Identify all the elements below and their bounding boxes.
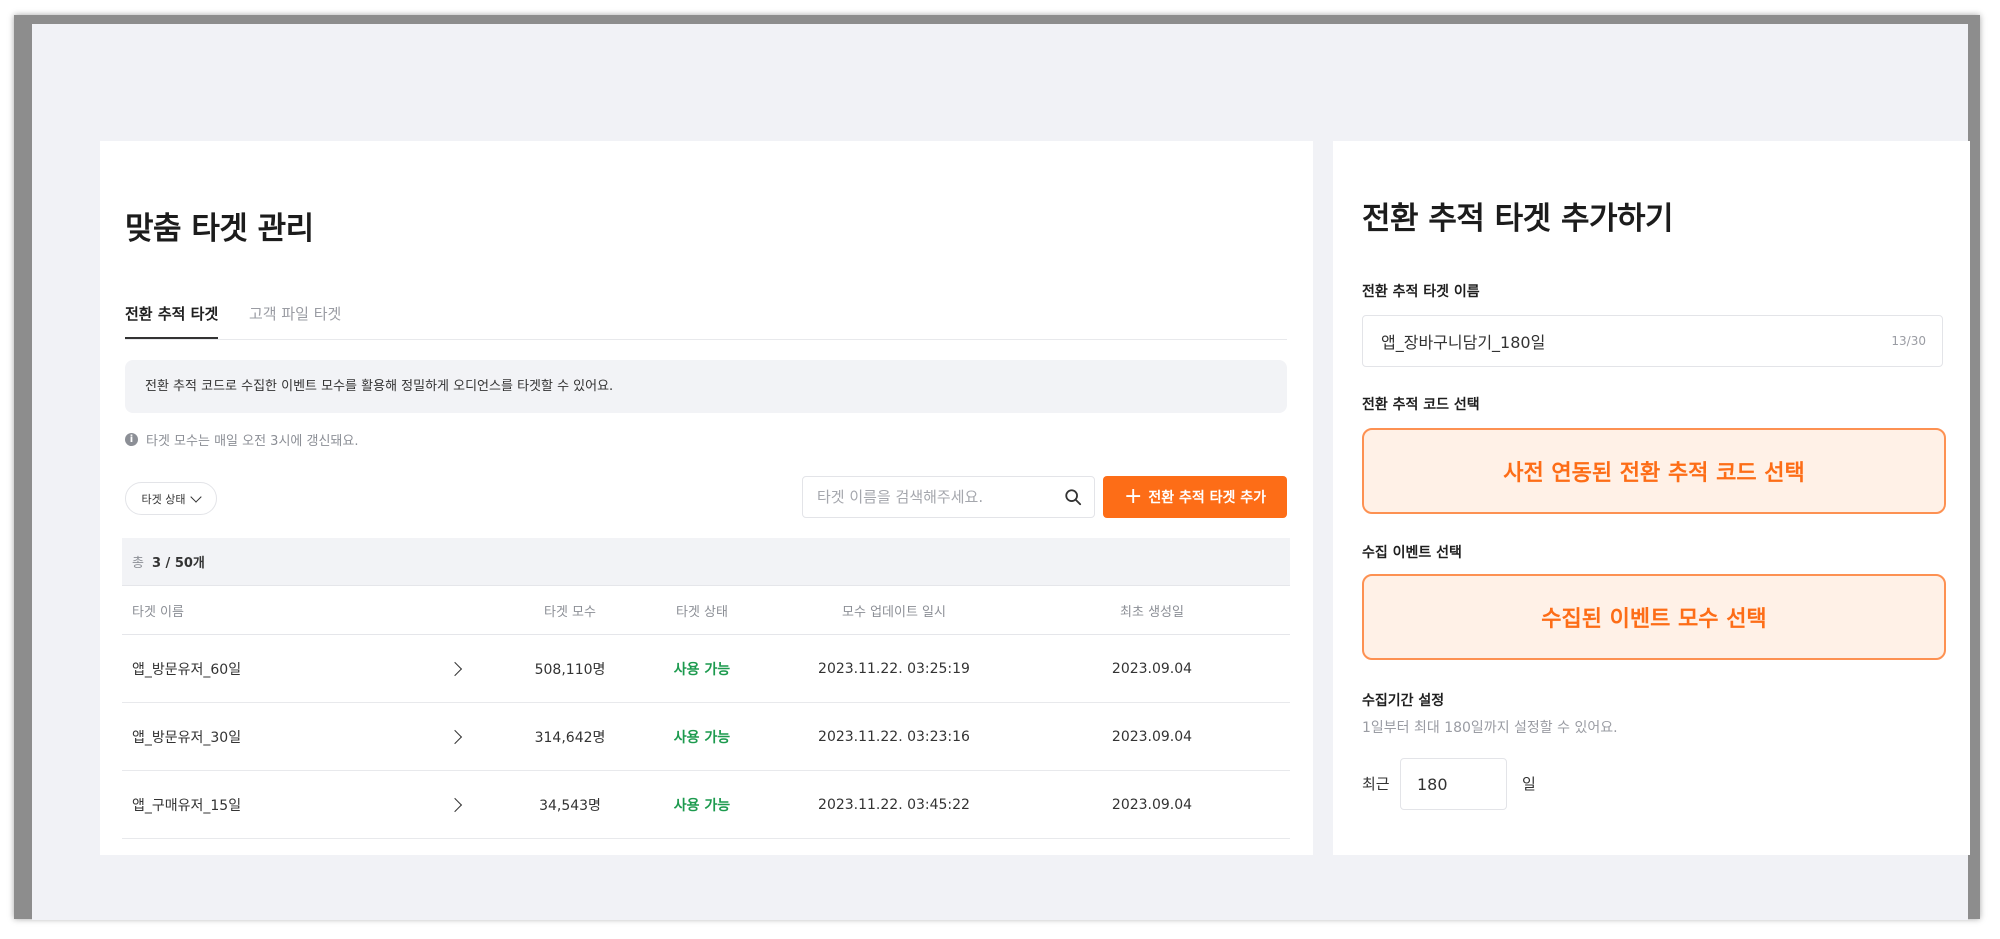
days-unit: 일 <box>1522 775 1536 793</box>
collection-period-help: 1일부터 최대 180일까지 설정할 수 있어요. <box>1362 720 1618 736</box>
header-target-size: 타겟 모수 <box>544 604 596 620</box>
plus-icon: + <box>1123 484 1143 509</box>
days-input[interactable] <box>1415 759 1499 809</box>
target-management-panel: 맞춤 타겟 관리 전환 추적 타겟 고객 파일 타겟 전환 추적 코드로 수집한… <box>100 141 1313 855</box>
search-input[interactable] <box>815 477 1059 517</box>
select-event-button[interactable]: 수집된 이벤트 모수 선택 <box>1362 574 1946 660</box>
tracking-code-label: 전환 추적 코드 선택 <box>1362 397 1480 413</box>
row-status: 사용 가능 <box>673 729 731 746</box>
add-conversion-target-button[interactable]: + 전환 추적 타겟 추가 <box>1103 476 1287 518</box>
add-button-label: 전환 추적 타겟 추가 <box>1148 490 1267 506</box>
refresh-note: i 타겟 모수는 매일 오전 3시에 갱신돼요. <box>125 430 358 449</box>
search-box <box>802 476 1095 518</box>
table-row[interactable]: 앱_방문유저_30일 314,642명 사용 가능 2023.11.22. 03… <box>122 703 1290 771</box>
row-status: 사용 가능 <box>673 661 731 678</box>
chevron-down-icon <box>190 490 203 503</box>
select-tracking-code-button[interactable]: 사전 연동된 전환 추적 코드 선택 <box>1362 428 1946 514</box>
row-target-name: 앱_방문유저_60일 <box>132 661 242 678</box>
refresh-note-text: 타겟 모수는 매일 오전 3시에 갱신돼요. <box>146 434 359 449</box>
chevron-right-icon[interactable] <box>447 661 463 676</box>
chevron-right-icon[interactable] <box>447 797 463 812</box>
info-banner: 전환 추적 코드로 수집한 이벤트 모수를 활용해 정밀하게 오디언스를 타겟할… <box>125 360 1287 413</box>
status-filter-dropdown[interactable]: 타겟 상태 <box>125 482 217 515</box>
row-created-at: 2023.09.04 <box>1111 796 1193 813</box>
chevron-right-icon[interactable] <box>447 729 463 744</box>
row-target-size: 314,642명 <box>534 729 606 746</box>
header-target-name: 타겟 이름 <box>132 604 184 620</box>
target-count: 3 / 50개 <box>151 556 205 571</box>
header-created-at: 최초 생성일 <box>1120 604 1184 620</box>
row-status: 사용 가능 <box>673 797 731 814</box>
tab-bar: 전환 추적 타겟 고객 파일 타겟 <box>125 303 1287 340</box>
status-filter-label: 타겟 상태 <box>141 492 186 506</box>
target-table: 총 3 / 50개 타겟 이름 타겟 모수 타겟 상태 모수 업데이트 일시 최… <box>122 538 1290 839</box>
page-title: 맞춤 타겟 관리 <box>125 211 314 247</box>
row-created-at: 2023.09.04 <box>1111 728 1193 745</box>
table-header: 타겟 이름 타겟 모수 타겟 상태 모수 업데이트 일시 최초 생성일 <box>122 586 1290 635</box>
collection-period-label: 수집기간 설정 <box>1362 693 1445 709</box>
row-target-name: 앱_구매유저_15일 <box>132 797 242 814</box>
search-icon[interactable] <box>1064 488 1082 506</box>
count-prefix: 총 <box>132 556 144 571</box>
char-counter: 13/30 <box>1891 334 1926 348</box>
row-target-name: 앱_방문유저_30일 <box>132 729 242 746</box>
header-updated-at: 모수 업데이트 일시 <box>842 604 946 620</box>
days-field <box>1400 758 1507 810</box>
add-target-panel: 전환 추적 타겟 추가하기 전환 추적 타겟 이름 13/30 전환 추적 코드… <box>1333 141 1970 855</box>
app-canvas: 맞춤 타겟 관리 전환 추적 타겟 고객 파일 타겟 전환 추적 코드로 수집한… <box>32 24 1970 920</box>
tab-conversion-tracking[interactable]: 전환 추적 타겟 <box>125 303 219 339</box>
tab-customer-file[interactable]: 고객 파일 타겟 <box>249 303 341 337</box>
table-row[interactable]: 앱_방문유저_60일 508,110명 사용 가능 2023.11.22. 03… <box>122 635 1290 703</box>
info-icon: i <box>125 433 138 446</box>
row-target-size: 508,110명 <box>534 661 606 678</box>
recent-label: 최근 <box>1362 775 1390 793</box>
table-row[interactable]: 앱_구매유저_15일 34,543명 사용 가능 2023.11.22. 03:… <box>122 771 1290 839</box>
row-target-size: 34,543명 <box>539 797 601 814</box>
table-count-bar: 총 3 / 50개 <box>122 538 1290 586</box>
row-updated-at: 2023.11.22. 03:45:22 <box>818 796 970 813</box>
collect-event-label: 수집 이벤트 선택 <box>1362 545 1462 561</box>
row-updated-at: 2023.11.22. 03:25:19 <box>818 660 970 677</box>
header-target-status: 타겟 상태 <box>676 604 728 620</box>
target-name-label: 전환 추적 타겟 이름 <box>1362 284 1480 300</box>
row-created-at: 2023.09.04 <box>1111 660 1193 677</box>
add-target-title: 전환 추적 타겟 추가하기 <box>1362 201 1674 237</box>
row-updated-at: 2023.11.22. 03:23:16 <box>818 728 970 745</box>
target-name-field: 13/30 <box>1362 315 1943 367</box>
target-name-input[interactable] <box>1379 316 1863 366</box>
